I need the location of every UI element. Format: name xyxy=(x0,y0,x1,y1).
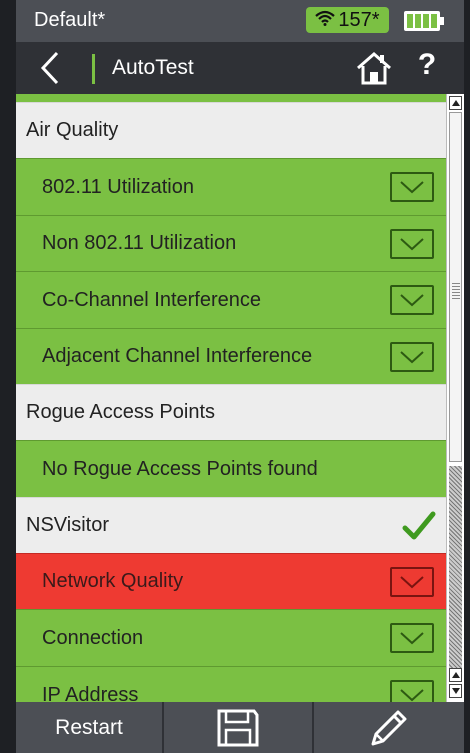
list-top-strip xyxy=(16,94,446,102)
result-row-802-11-utilization[interactable]: 802.11 Utilization xyxy=(16,158,446,215)
result-row-label: Network Quality xyxy=(42,570,184,592)
checkmark-icon xyxy=(402,511,436,540)
result-row-co-channel-interference[interactable]: Co-Channel Interference xyxy=(16,271,446,328)
result-row-connection[interactable]: Connection xyxy=(16,609,446,666)
expand-button[interactable] xyxy=(390,285,434,315)
scroll-up-button[interactable] xyxy=(449,668,462,682)
result-row-network-quality[interactable]: Network Quality xyxy=(16,553,446,609)
home-button[interactable] xyxy=(354,50,394,86)
floppy-disk-icon xyxy=(217,709,259,746)
battery-icon xyxy=(404,11,444,31)
restart-button-label: Restart xyxy=(55,715,123,739)
profile-name[interactable]: Default* xyxy=(34,9,105,32)
arrow-up-icon xyxy=(451,672,460,678)
scroll-up-button[interactable] xyxy=(449,96,462,110)
chevron-down-icon xyxy=(400,238,424,251)
wifi-count: 157* xyxy=(338,8,380,31)
result-row-label: Connection xyxy=(42,626,144,649)
help-button[interactable]: ? xyxy=(412,48,442,88)
status-bar: Default* 157* xyxy=(16,0,464,42)
chevron-down-icon xyxy=(400,576,424,589)
result-row-no-rogue-access-points[interactable]: No Rogue Access Points found xyxy=(16,440,446,497)
expand-button[interactable] xyxy=(390,623,434,653)
title-divider xyxy=(92,54,95,84)
list-scrollbar[interactable] xyxy=(446,94,464,702)
back-button[interactable] xyxy=(30,50,70,86)
edit-button[interactable] xyxy=(314,702,464,753)
chevron-down-icon xyxy=(400,294,424,307)
autotest-results-list: Air Quality 802.11 Utilization Non 802.1… xyxy=(16,94,446,702)
wifi-status-badge[interactable]: 157* xyxy=(306,7,389,33)
result-row-non-802-11-utilization[interactable]: Non 802.11 Utilization xyxy=(16,215,446,271)
page-title: AutoTest xyxy=(112,56,194,79)
restart-button[interactable]: Restart xyxy=(16,702,164,753)
scroll-down-button[interactable] xyxy=(449,684,462,698)
chevron-down-icon xyxy=(400,351,424,364)
section-header-label: Rogue Access Points xyxy=(26,401,215,423)
title-bar: AutoTest ? xyxy=(16,42,464,94)
scroll-grip xyxy=(452,283,460,299)
section-header-rogue-access-points[interactable]: Rogue Access Points xyxy=(16,384,446,440)
expand-button[interactable] xyxy=(390,680,434,702)
result-row-label: Adjacent Channel Interference xyxy=(42,345,313,367)
expand-button[interactable] xyxy=(390,567,434,597)
save-button[interactable] xyxy=(164,702,314,753)
chevron-left-icon xyxy=(40,51,59,85)
result-row-label: Non 802.11 Utilization xyxy=(42,232,237,254)
section-header-nsvisitor[interactable]: NSVisitor xyxy=(16,497,446,553)
arrow-down-icon xyxy=(451,688,460,694)
section-header-air-quality[interactable]: Air Quality xyxy=(16,102,446,158)
expand-button[interactable] xyxy=(390,342,434,372)
section-header-label: Air Quality xyxy=(26,119,119,141)
pencil-icon xyxy=(371,710,407,745)
home-icon xyxy=(357,52,391,85)
scroll-thumb[interactable] xyxy=(449,112,462,462)
bottom-toolbar: Restart xyxy=(16,702,464,753)
expand-button[interactable] xyxy=(390,172,434,202)
scroll-track[interactable] xyxy=(449,466,462,682)
result-row-label: 802.11 Utilization xyxy=(42,175,194,198)
chevron-down-icon xyxy=(400,632,424,645)
wifi-icon xyxy=(315,10,336,31)
screen: Default* 157* AutoTest ? Air Quality 802… xyxy=(16,0,464,753)
result-row-ip-address[interactable]: IP Address xyxy=(16,666,446,702)
arrow-up-icon xyxy=(451,100,460,106)
result-row-label: Co-Channel Interference xyxy=(42,288,262,311)
chevron-down-icon xyxy=(400,689,424,702)
expand-button[interactable] xyxy=(390,229,434,259)
section-header-label: NSVisitor xyxy=(26,514,109,536)
result-row-label: IP Address xyxy=(42,683,139,703)
result-row-label: No Rogue Access Points found xyxy=(42,457,318,480)
result-row-adjacent-channel-interference[interactable]: Adjacent Channel Interference xyxy=(16,328,446,384)
chevron-down-icon xyxy=(400,181,424,194)
